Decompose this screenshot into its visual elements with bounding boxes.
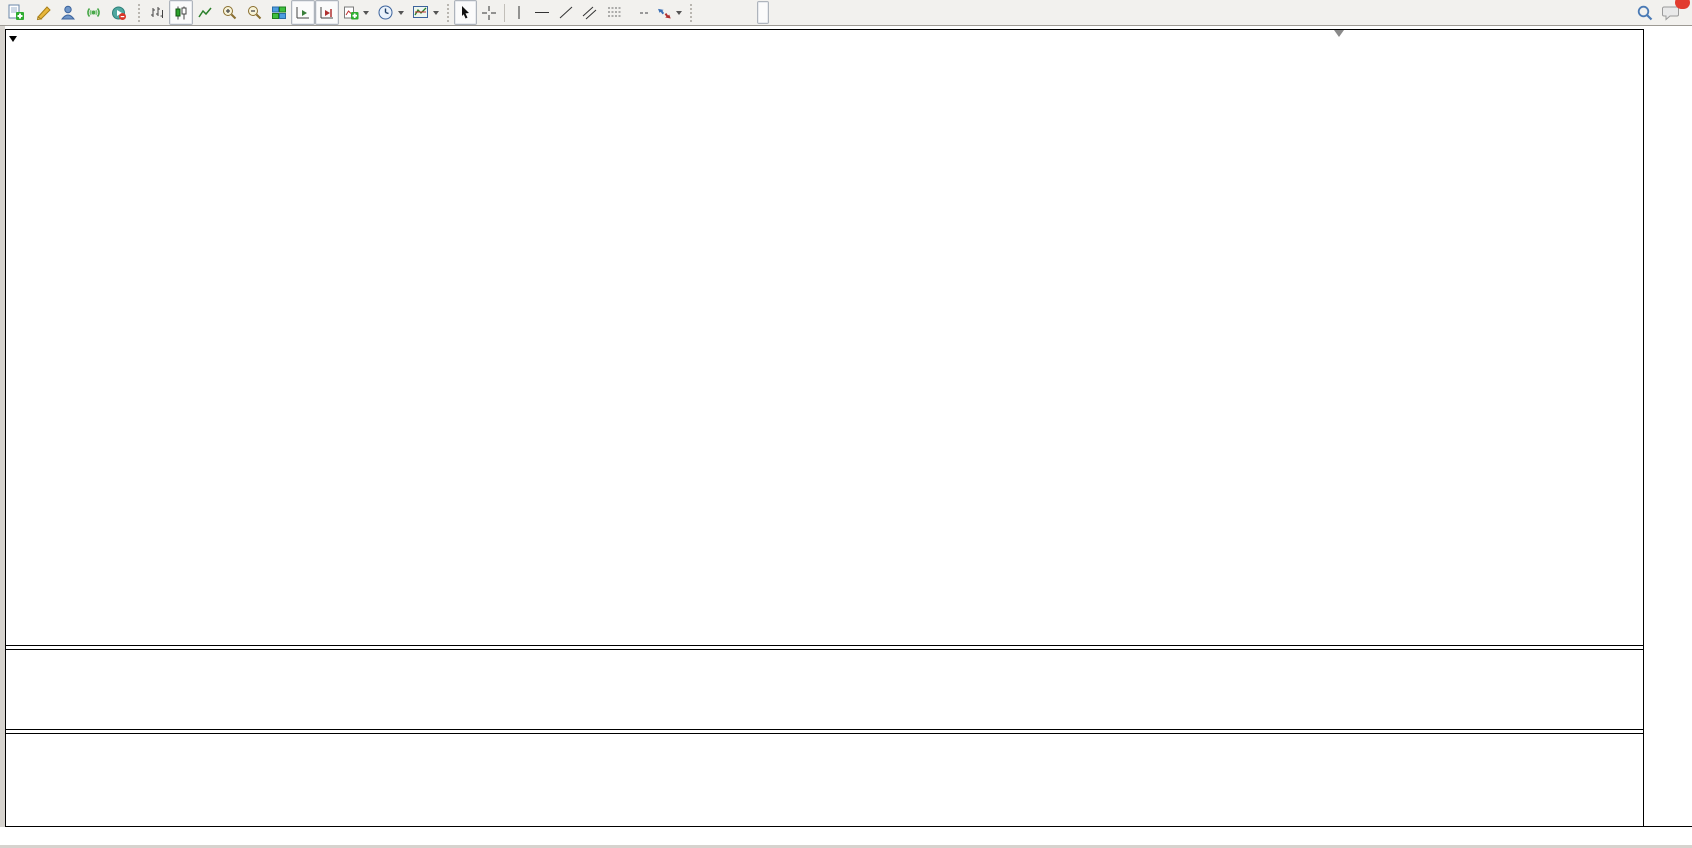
chart-plot-area[interactable] — [0, 0, 1692, 848]
mt4-terminal-window — [0, 0, 1692, 848]
